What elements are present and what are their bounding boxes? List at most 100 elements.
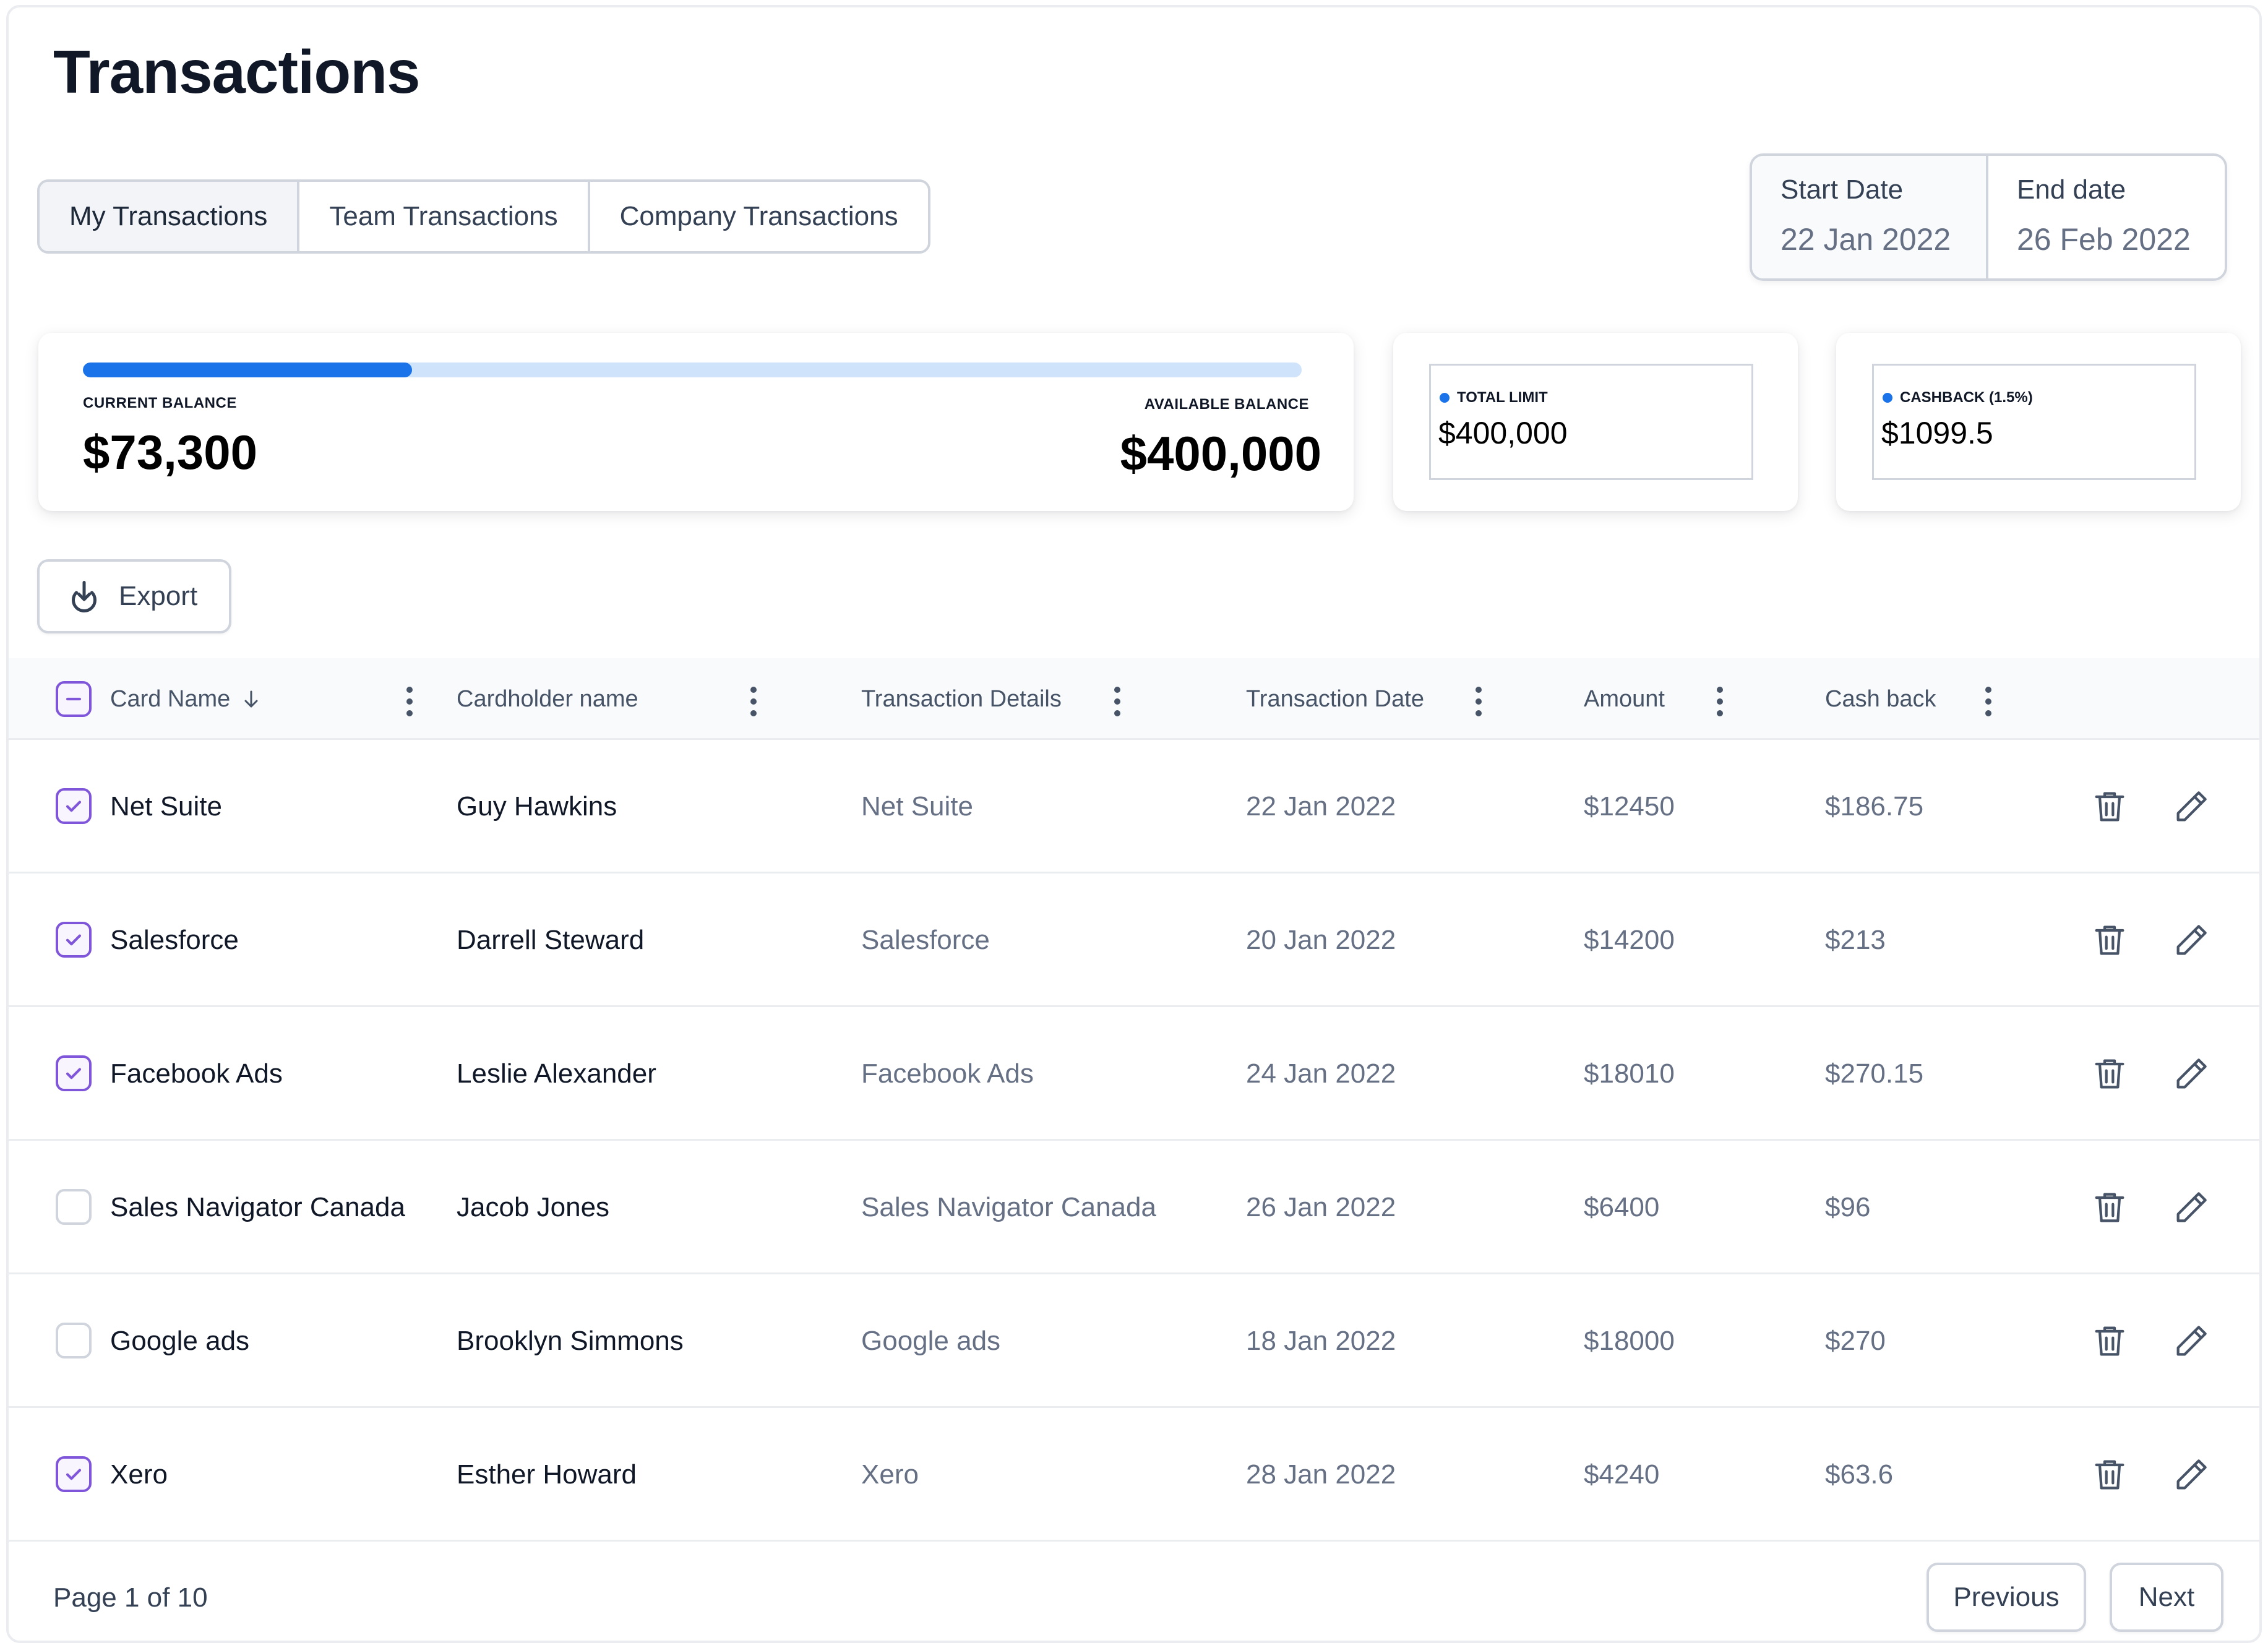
card-name-cell: Google ads	[110, 1326, 250, 1356]
available-balance-label: AVAILABLE BALANCE	[1144, 396, 1309, 413]
column-header-label: Cash back	[1825, 685, 1936, 712]
table-row[interactable]: Sales Navigator Canada Jacob Jones Sales N…	[9, 1141, 2259, 1274]
transactions-panel: Transactions My Transactions Team Transa…	[6, 5, 2262, 1643]
transaction-details-cell: Google ads	[861, 1326, 1001, 1356]
checkmark-icon	[66, 1068, 82, 1079]
total-limit-label: TOTAL LIMIT	[1457, 389, 1548, 406]
cashback-cell: $213	[1825, 925, 1886, 955]
available-balance-value: $400,000	[1120, 426, 1321, 481]
row-checkbox[interactable]	[56, 1456, 92, 1492]
transaction-date-cell: 20 Jan 2022	[1246, 925, 1396, 955]
edit-button[interactable]	[2171, 1321, 2211, 1361]
trash-icon	[2095, 1059, 2124, 1089]
column-header-amount[interactable]: Amount	[1584, 658, 1665, 740]
kebab-menu-icon[interactable]	[746, 683, 761, 720]
transaction-date-cell: 24 Jan 2022	[1246, 1058, 1396, 1089]
legend-dot-icon	[1883, 393, 1892, 403]
previous-page-button[interactable]: Previous	[1927, 1563, 2086, 1632]
row-checkbox[interactable]	[56, 1323, 92, 1358]
pencil-icon	[2176, 1459, 2207, 1490]
cashback-card: CASHBACK (1.5%) $1099.5	[1836, 333, 2241, 511]
row-checkbox[interactable]	[56, 1189, 92, 1225]
trash-icon	[2095, 925, 2124, 955]
current-balance-value: $73,300	[83, 425, 257, 479]
delete-button[interactable]	[2090, 787, 2129, 826]
transaction-details-cell: Net Suite	[861, 791, 973, 822]
next-page-button[interactable]: Next	[2110, 1563, 2223, 1632]
export-label: Export	[119, 581, 198, 611]
cashback-cell: $96	[1825, 1192, 1871, 1222]
card-name-cell: Salesforce	[110, 925, 239, 955]
cashback-cell: $186.75	[1825, 791, 1924, 822]
delete-button[interactable]	[2090, 1455, 2129, 1495]
kebab-menu-icon[interactable]	[1981, 683, 1996, 720]
pencil-icon	[2176, 791, 2207, 822]
table-row[interactable]: Salesforce Darrell Steward Salesforce 20 Ja…	[9, 873, 2259, 1007]
cardholder-cell: Leslie Alexander	[457, 1058, 656, 1089]
page-indicator: Page 1 of 10	[53, 1582, 208, 1613]
kebab-menu-icon[interactable]	[1712, 683, 1727, 720]
kebab-menu-icon[interactable]	[1471, 683, 1486, 720]
date-range-picker: Start Date 22 Jan 2022 End date 26 Feb 2…	[1750, 153, 2227, 281]
checkmark-icon	[66, 800, 82, 812]
table-row[interactable]: Google ads Brooklyn Simmons Google ads 18 J…	[9, 1274, 2259, 1408]
cardholder-cell: Guy Hawkins	[457, 791, 617, 822]
trash-icon	[2095, 1193, 2124, 1222]
table-row[interactable]: Facebook Ads Leslie Alexander Facebook Ads…	[9, 1007, 2259, 1141]
kebab-menu-icon[interactable]	[402, 683, 417, 720]
card-name-cell: Facebook Ads	[110, 1058, 283, 1089]
edit-button[interactable]	[2171, 1188, 2211, 1227]
row-checkbox[interactable]	[56, 788, 92, 824]
delete-button[interactable]	[2090, 921, 2129, 960]
end-date-field[interactable]: End date 26 Feb 2022	[1988, 156, 2225, 278]
select-all-checkbox[interactable]	[56, 681, 92, 717]
transaction-date-cell: 18 Jan 2022	[1246, 1326, 1396, 1356]
cardholder-cell: Brooklyn Simmons	[457, 1326, 684, 1356]
edit-button[interactable]	[2171, 1054, 2211, 1094]
edit-button[interactable]	[2171, 921, 2211, 960]
pencil-icon	[2176, 1192, 2207, 1222]
transaction-details-cell: Facebook Ads	[861, 1058, 1034, 1089]
trash-icon	[2095, 1326, 2124, 1356]
delete-button[interactable]	[2090, 1321, 2129, 1361]
column-header-transaction-date[interactable]: Transaction Date	[1246, 658, 1424, 740]
column-header-label: Cardholder name	[457, 685, 638, 712]
table-row[interactable]: Xero Esther Howard Xero 28 Jan 2022 $4240 $63…	[9, 1408, 2259, 1542]
export-icon	[72, 581, 97, 612]
start-date-field[interactable]: Start Date 22 Jan 2022	[1752, 156, 1988, 278]
transaction-details-cell: Xero	[861, 1459, 919, 1490]
edit-button[interactable]	[2171, 787, 2211, 826]
card-name-cell: Sales Navigator Canada	[110, 1192, 405, 1222]
kebab-menu-icon[interactable]	[1110, 683, 1125, 720]
start-date-value: 22 Jan 2022	[1780, 222, 1951, 257]
table-header: Card Name Cardholder name Transaction De…	[9, 658, 2259, 740]
cashback-cell: $270.15	[1825, 1058, 1924, 1089]
column-header-card-name[interactable]: Card Name	[110, 658, 262, 740]
end-date-value: 26 Feb 2022	[2017, 222, 2191, 257]
checkmark-icon	[66, 934, 82, 946]
checkmark-icon	[66, 1469, 82, 1480]
trash-icon	[2095, 1460, 2124, 1490]
export-button[interactable]: Export	[37, 559, 231, 633]
column-header-cardholder-name[interactable]: Cardholder name	[457, 658, 638, 740]
pencil-icon	[2176, 1058, 2207, 1089]
delete-button[interactable]	[2090, 1054, 2129, 1094]
row-checkbox[interactable]	[56, 1055, 92, 1091]
column-header-transaction-details[interactable]: Transaction Details	[861, 658, 1062, 740]
cardholder-cell: Esther Howard	[457, 1459, 637, 1490]
sort-down-arrow-icon	[244, 690, 258, 708]
tab-team-transactions[interactable]: Team Transactions	[299, 182, 590, 251]
legend-dot-icon	[1440, 393, 1450, 403]
row-checkbox[interactable]	[56, 922, 92, 958]
delete-button[interactable]	[2090, 1188, 2129, 1227]
tab-company-transactions[interactable]: Company Transactions	[590, 182, 928, 251]
current-balance-label: CURRENT BALANCE	[83, 395, 237, 411]
cardholder-cell: Jacob Jones	[457, 1192, 610, 1222]
column-header-cash-back[interactable]: Cash back	[1825, 658, 1936, 740]
tab-my-transactions[interactable]: My Transactions	[40, 182, 300, 251]
transaction-date-cell: 28 Jan 2022	[1246, 1459, 1396, 1490]
table-row[interactable]: Net Suite Guy Hawkins Net Suite 22 Jan 2022…	[9, 740, 2259, 873]
edit-button[interactable]	[2171, 1455, 2211, 1495]
amount-cell: $6400	[1584, 1192, 1660, 1222]
amount-cell: $4240	[1584, 1459, 1660, 1490]
